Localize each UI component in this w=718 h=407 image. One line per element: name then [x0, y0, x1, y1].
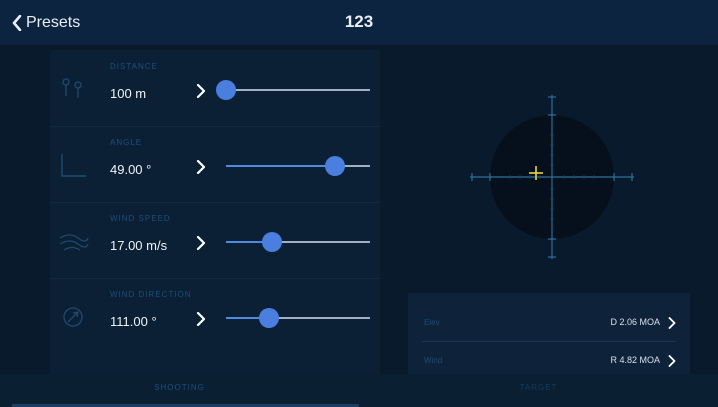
- wind-speed-icon: [59, 234, 89, 251]
- input-row-wind-speed: WIND SPEED 17.00 m/s: [50, 202, 380, 279]
- chevron-right-icon: [668, 317, 676, 329]
- wind-direction-icon: [63, 307, 83, 327]
- wind-direction-slider[interactable]: [226, 308, 370, 328]
- tab-shooting[interactable]: SHOOTING: [0, 374, 359, 407]
- tab-target[interactable]: TARGET: [359, 374, 718, 407]
- distance-chevron-icon[interactable]: [196, 84, 206, 98]
- chevron-right-icon: [668, 355, 676, 367]
- angle-value[interactable]: 49.00 °: [110, 162, 151, 177]
- wind-label: Wind: [424, 356, 443, 365]
- distance-slider-handle[interactable]: [216, 80, 236, 100]
- wind-speed-chevron-icon[interactable]: [196, 236, 206, 250]
- distance-value[interactable]: 100 m: [110, 86, 146, 101]
- angle-slider[interactable]: [226, 156, 370, 176]
- distance-caption: DISTANCE: [110, 62, 158, 71]
- angle-chevron-icon[interactable]: [196, 160, 206, 174]
- result-row-wind[interactable]: Wind R 4.82 MOA: [408, 347, 690, 377]
- top-bar: Presets 123: [0, 0, 718, 45]
- angle-caption: ANGLE: [110, 138, 143, 147]
- reticle-crosshair: [470, 95, 634, 259]
- wind-direction-value[interactable]: 111.00 °: [110, 314, 157, 329]
- wind-speed-value[interactable]: 17.00 m/s: [110, 238, 167, 253]
- wind-direction-caption: WIND DIRECTION: [110, 290, 192, 299]
- distance-icon: [62, 78, 82, 98]
- wind-direction-chevron-icon[interactable]: [196, 312, 206, 326]
- angle-slider-fill: [226, 165, 336, 167]
- results-divider: [422, 341, 676, 342]
- elevation-label: Elev: [424, 318, 440, 327]
- tab-bar: SHOOTING TARGET: [0, 374, 718, 407]
- tab-shooting-label: SHOOTING: [154, 383, 205, 392]
- wind-direction-slider-handle[interactable]: [259, 308, 280, 328]
- input-row-distance: DISTANCE 100 m: [50, 50, 380, 127]
- result-row-elevation[interactable]: Elev D 2.06 MOA: [408, 309, 690, 339]
- angle-slider-handle[interactable]: [325, 156, 346, 176]
- tab-target-label: TARGET: [519, 383, 558, 392]
- input-row-wind-direction: WIND DIRECTION 111.00 °: [50, 278, 380, 354]
- page-title: 123: [344, 12, 374, 31]
- wind-speed-slider[interactable]: [226, 232, 370, 252]
- results-panel: Elev D 2.06 MOA Wind R 4.82 MOA: [408, 293, 690, 381]
- elevation-value: D 2.06 MOA: [610, 317, 660, 327]
- distance-slider[interactable]: [216, 80, 370, 100]
- angle-icon: [61, 154, 86, 177]
- reticle: [470, 95, 634, 259]
- wind-speed-caption: WIND SPEED: [110, 214, 171, 223]
- wind-value: R 4.82 MOA: [610, 355, 660, 365]
- input-row-angle: ANGLE 49.00 °: [50, 126, 380, 203]
- wind-speed-slider-handle[interactable]: [262, 232, 283, 252]
